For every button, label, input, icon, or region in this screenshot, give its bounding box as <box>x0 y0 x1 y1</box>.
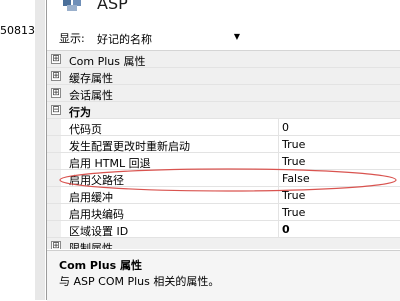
category-name: Com Plus 属性 <box>69 55 146 68</box>
expand-icon[interactable]: ⊞ <box>51 54 61 64</box>
property-row-html-fallback[interactable]: 启用 HTML 回退 True <box>47 153 400 170</box>
row-gutter <box>47 153 61 169</box>
property-row-buffering[interactable]: 启用缓冲 True <box>47 187 400 204</box>
property-row-code-page[interactable]: 代码页 0 <box>47 119 400 136</box>
feature-header: ASP <box>47 0 400 26</box>
expand-icon[interactable]: ⊞ <box>51 241 61 249</box>
category-row-behavior[interactable]: ⊟ 行为 <box>47 102 400 119</box>
property-grid[interactable]: ⊞ Com Plus 属性 ⊞ 缓存属性 ⊞ 会话属性 ⊟ 行为 代码页 0 发… <box>47 50 400 249</box>
category-name: 行为 <box>69 106 91 119</box>
row-gutter <box>47 221 61 237</box>
column-divider <box>278 170 279 187</box>
tree-item[interactable]: 50813\ <box>0 24 39 37</box>
tree-pane[interactable]: 50813\ <box>0 0 47 300</box>
display-bar: 显示: 好记的名称 ▼ <box>47 26 400 49</box>
property-row-parent-paths[interactable]: 启用父路径 False <box>47 170 400 187</box>
row-gutter <box>47 170 61 186</box>
property-value[interactable]: True <box>282 206 305 219</box>
property-name: 区域设置 ID <box>69 225 129 238</box>
property-name: 启用 HTML 回退 <box>69 157 151 170</box>
property-name: 代码页 <box>69 123 102 136</box>
property-row-restart-on-config-change[interactable]: 发生配置更改时重新启动 True <box>47 136 400 153</box>
row-gutter <box>47 204 61 220</box>
display-select[interactable]: 好记的名称 ▼ <box>95 29 245 46</box>
properties-pane: ASP 显示: 好记的名称 ▼ ⊞ Com Plus 属性 ⊞ 缓存属性 ⊞ 会… <box>47 0 400 301</box>
description-panel: Com Plus 属性 与 ASP COM Plus 相关的属性。 <box>47 250 400 301</box>
column-divider <box>278 153 279 170</box>
column-divider <box>278 136 279 153</box>
property-value[interactable]: 0 <box>282 121 289 134</box>
collapse-icon[interactable]: ⊟ <box>51 105 61 115</box>
property-value[interactable]: False <box>282 172 310 185</box>
column-divider <box>278 119 279 136</box>
property-name: 发生配置更改时重新启动 <box>69 140 190 153</box>
column-divider <box>278 221 279 238</box>
row-gutter <box>47 136 61 152</box>
property-row-locale-id[interactable]: 区域设置 ID 0 <box>47 221 400 238</box>
category-name: 会话属性 <box>69 89 113 102</box>
tree-scrollbar[interactable] <box>35 0 45 300</box>
property-name: 启用缓冲 <box>69 191 113 204</box>
category-row-limits[interactable]: ⊞ 限制属性 <box>47 238 400 249</box>
property-name: 启用块编码 <box>69 208 124 221</box>
column-divider <box>278 204 279 221</box>
property-value[interactable]: 0 <box>282 223 290 236</box>
expand-icon[interactable]: ⊞ <box>51 71 61 81</box>
row-gutter <box>47 187 61 203</box>
page-title: ASP <box>97 0 128 13</box>
category-row-cache[interactable]: ⊞ 缓存属性 <box>47 68 400 85</box>
asp-feature-icon <box>63 0 81 11</box>
property-name: 启用父路径 <box>69 174 124 187</box>
category-row-session[interactable]: ⊞ 会话属性 <box>47 85 400 102</box>
property-value[interactable]: True <box>282 189 305 202</box>
property-value[interactable]: True <box>282 155 305 168</box>
property-row-chunked-encoding[interactable]: 启用块编码 True <box>47 204 400 221</box>
chevron-down-icon: ▼ <box>233 32 240 41</box>
description-title: Com Plus 属性 <box>59 259 142 272</box>
expand-icon[interactable]: ⊞ <box>51 88 61 98</box>
description-text: 与 ASP COM Plus 相关的属性。 <box>59 275 220 288</box>
display-select-value: 好记的名称 <box>97 33 152 46</box>
display-label: 显示: <box>59 32 85 45</box>
category-row-com-plus[interactable]: ⊞ Com Plus 属性 <box>47 51 400 68</box>
category-name: 缓存属性 <box>69 72 113 85</box>
property-value[interactable]: True <box>282 138 305 151</box>
category-name: 限制属性 <box>69 242 113 249</box>
column-divider <box>278 187 279 204</box>
row-gutter <box>47 119 61 135</box>
